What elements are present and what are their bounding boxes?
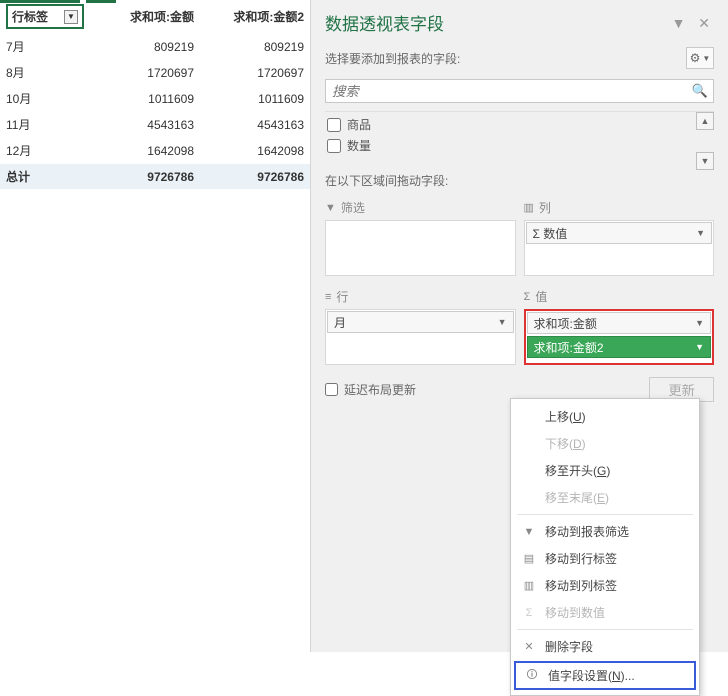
table-row[interactable]: 12月16420981642098 <box>0 138 310 164</box>
filter-zone[interactable]: ▼筛选 <box>325 195 516 276</box>
search-icon: 🔍 <box>692 83 708 99</box>
row-label-text: 行标签 <box>12 8 48 25</box>
scroll-down-icon[interactable]: ▼ <box>696 152 714 170</box>
menu-move-begin[interactable]: 移至开头(G) <box>511 457 699 484</box>
table-row[interactable]: 10月10116091011609 <box>0 86 310 112</box>
remove-icon: ✕ <box>521 640 537 653</box>
col-header-2[interactable]: 求和项:金额2 <box>200 0 310 34</box>
drag-instruction: 在以下区域间拖动字段: <box>311 162 728 195</box>
field-row[interactable]: 数量 <box>325 135 714 156</box>
row-label-header[interactable]: 行标签 ▼ <box>6 4 84 29</box>
field-list: 商品 数量 ▲ ▼ <box>325 111 714 162</box>
caret-down-icon: ▼ <box>695 318 704 328</box>
columns-icon: ▥ <box>524 201 534 214</box>
rows-icon: ▤ <box>521 552 537 565</box>
menu-move-end: 移至末尾(E) <box>511 484 699 511</box>
menu-to-filter[interactable]: ▼移动到报表筛选 <box>511 518 699 545</box>
scroll-up-icon[interactable]: ▲ <box>696 112 714 130</box>
menu-move-up[interactable]: 上移(U) <box>511 403 699 430</box>
value-pill-2[interactable]: 求和项:金额2▼ <box>527 336 712 358</box>
pivot-table: 行标签 ▼ 求和项:金额 求和项:金额2 7月809219809219 8月17… <box>0 0 310 190</box>
panel-title: 数据透视表字段 <box>325 10 444 35</box>
columns-icon: ▥ <box>521 579 537 592</box>
search-field[interactable]: 🔍 <box>325 79 714 103</box>
rows-zone[interactable]: ≡行 月▼ <box>325 284 516 365</box>
caret-down-icon: ▼ <box>498 317 507 327</box>
panel-subhead: 选择要添加到报表的字段: <box>325 50 460 67</box>
caret-down-icon: ▼ <box>696 228 705 238</box>
field-row[interactable]: 商品 <box>325 114 714 135</box>
close-icon[interactable]: ✕ <box>694 15 714 31</box>
caret-down-icon: ▼ <box>702 54 710 63</box>
sigma-icon: Σ <box>521 607 537 619</box>
field-label: 商品 <box>347 116 371 133</box>
field-checkbox[interactable] <box>327 139 341 153</box>
search-input[interactable] <box>325 79 714 103</box>
menu-to-values: Σ移动到数值 <box>511 599 699 626</box>
menu-value-field-settings[interactable]: 🛈值字段设置(N)... <box>514 661 696 690</box>
filter-icon: ▼ <box>325 202 336 214</box>
menu-to-row[interactable]: ▤移动到行标签 <box>511 545 699 572</box>
rows-icon: ≡ <box>325 291 331 303</box>
defer-label: 延迟布局更新 <box>344 381 416 398</box>
filter-dropdown-icon[interactable]: ▼ <box>64 10 78 24</box>
table-row[interactable]: 7月809219809219 <box>0 34 310 60</box>
table-total-row[interactable]: 总计97267869726786 <box>0 164 310 190</box>
row-pill[interactable]: 月▼ <box>327 311 514 333</box>
caret-down-icon: ▼ <box>695 342 704 352</box>
context-menu: 上移(U) 下移(D) 移至开头(G) 移至末尾(E) ▼移动到报表筛选 ▤移动… <box>510 398 700 696</box>
col-header-1[interactable]: 求和项:金额 <box>90 0 200 34</box>
field-checkbox[interactable] <box>327 118 341 132</box>
chevron-down-icon[interactable]: ▼ <box>668 15 690 31</box>
column-pill[interactable]: Σ 数值▼ <box>526 222 713 244</box>
menu-move-down: 下移(D) <box>511 430 699 457</box>
layout-options-button[interactable]: ⚙ ▼ <box>686 47 714 69</box>
menu-remove-field[interactable]: ✕删除字段 <box>511 633 699 660</box>
value-pill-1[interactable]: 求和项:金额▼ <box>527 312 712 334</box>
table-row[interactable]: 11月45431634543163 <box>0 112 310 138</box>
defer-layout-checkbox[interactable] <box>325 383 338 396</box>
table-row[interactable]: 8月17206971720697 <box>0 60 310 86</box>
sigma-icon: Σ <box>524 291 531 303</box>
columns-zone[interactable]: ▥列 Σ 数值▼ <box>524 195 715 276</box>
gear-icon: ⚙ <box>690 51 701 65</box>
filter-icon: ▼ <box>521 526 537 538</box>
settings-icon: 🛈 <box>524 666 540 685</box>
menu-to-col[interactable]: ▥移动到列标签 <box>511 572 699 599</box>
values-zone[interactable]: Σ值 求和项:金额▼ 求和项:金额2▼ <box>524 284 715 365</box>
field-label: 数量 <box>347 137 371 154</box>
